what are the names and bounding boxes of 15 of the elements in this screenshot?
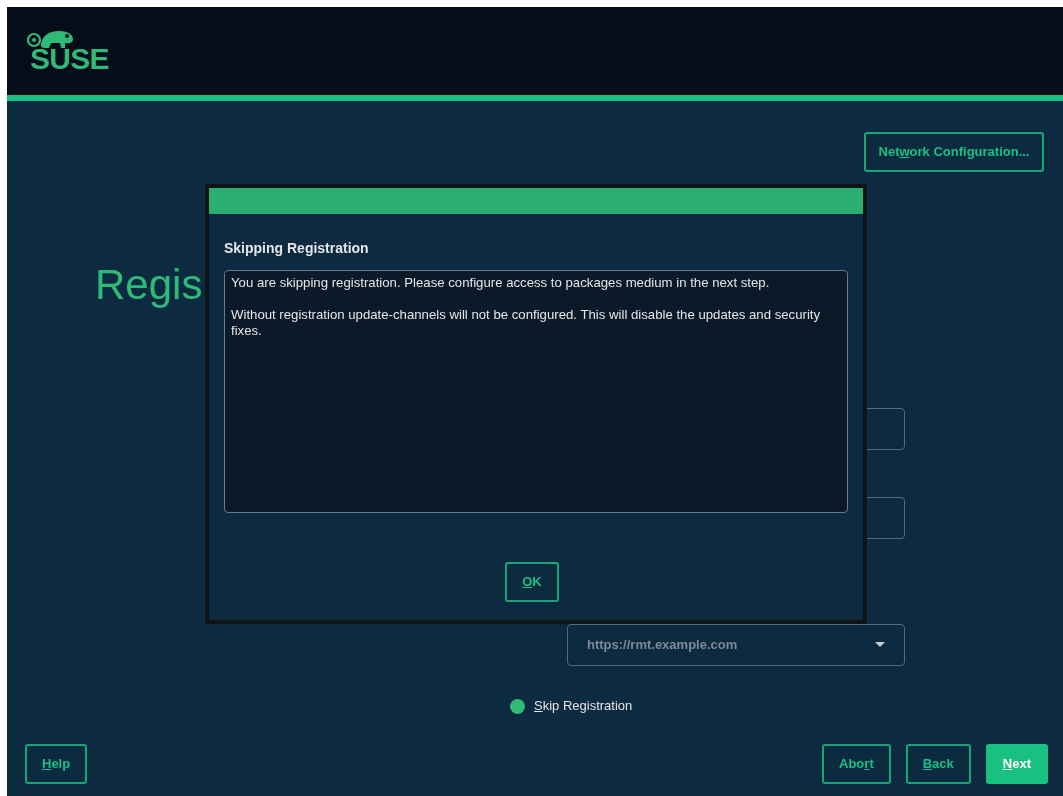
- footer-button[interactable]: Help: [25, 744, 88, 784]
- footer-button[interactable]: Back: [905, 744, 971, 784]
- chameleon-logo-icon: [27, 28, 75, 50]
- skip-registration-label[interactable]: Skip Registration: [534, 696, 633, 716]
- footer-button[interactable]: Abort: [822, 744, 891, 784]
- message-paragraph: You are skipping registration. Please configure access to packages medium in the next step.: [231, 275, 771, 291]
- dialog-title: Skipping Registration: [224, 239, 370, 258]
- ok-button[interactable]: OK: [505, 562, 559, 602]
- radio-button[interactable]: [510, 698, 525, 714]
- message-paragraph: Without registration update-channels will not be configured. This will disable the updates and security fixes.: [231, 307, 822, 339]
- logo-text: SUSE: [30, 44, 109, 74]
- network-configuration-button[interactable]: Network Configuration...: [864, 132, 1044, 172]
- dropdown-caret-icon: [875, 642, 885, 648]
- server-dropdown[interactable]: https://rmt.example.com: [567, 624, 905, 666]
- page-heading: Regis: [95, 260, 203, 310]
